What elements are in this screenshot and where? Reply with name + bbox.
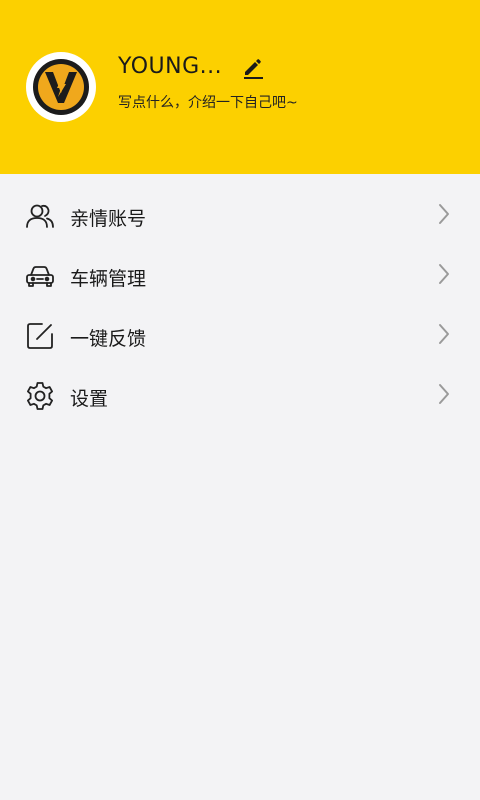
chevron-right-icon	[439, 264, 449, 284]
chevron-right-icon	[439, 324, 449, 344]
car-icon	[26, 266, 54, 287]
profile-header: YOUNG... 写点什么，介绍一下自己吧~	[0, 0, 480, 174]
menu-item-family-account[interactable]: 亲情账号	[0, 186, 480, 246]
menu-item-label: 车辆管理	[70, 268, 147, 290]
chevron-right-icon	[439, 204, 449, 224]
username: YOUNG...	[118, 54, 223, 79]
menu-list: 亲情账号 车辆管理 一键反馈 设置	[0, 186, 480, 426]
pencil-icon	[244, 59, 263, 79]
chevron-right-icon	[439, 384, 449, 404]
menu-item-vehicle-management[interactable]: 车辆管理	[0, 246, 480, 306]
avatar[interactable]	[26, 52, 96, 122]
edit-profile-button[interactable]	[238, 54, 268, 84]
v-logo-icon	[33, 59, 89, 115]
menu-item-settings[interactable]: 设置	[0, 366, 480, 426]
profile-bio[interactable]: 写点什么，介绍一下自己吧~	[118, 92, 298, 112]
gear-icon	[27, 382, 53, 410]
menu-item-label: 亲情账号	[70, 208, 147, 230]
menu-item-feedback[interactable]: 一键反馈	[0, 306, 480, 366]
family-account-icon	[26, 204, 54, 228]
menu-item-label: 设置	[70, 388, 109, 410]
menu-item-label: 一键反馈	[70, 328, 147, 350]
feedback-icon	[27, 323, 53, 349]
